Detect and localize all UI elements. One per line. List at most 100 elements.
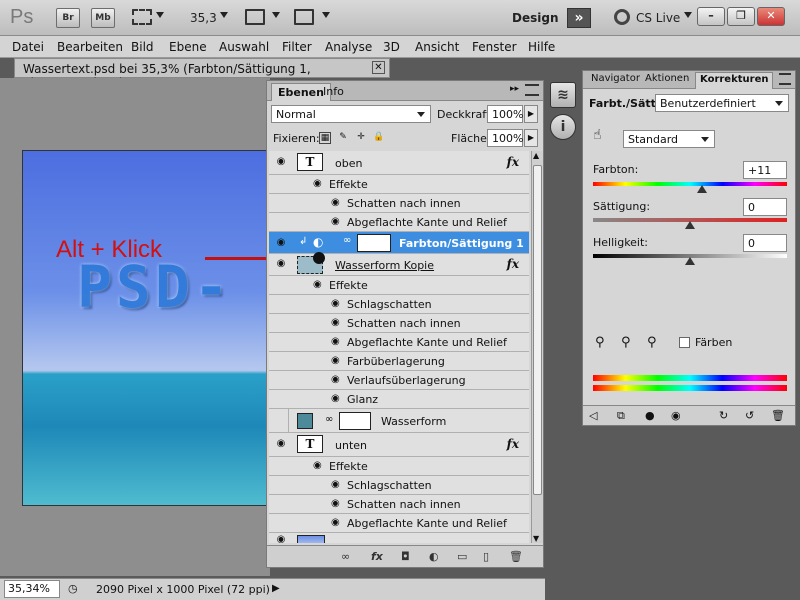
menu-bearbeiten[interactable]: Bearbeiten: [57, 40, 123, 54]
close-window-button[interactable]: ✕: [757, 7, 785, 26]
layer-row-partial[interactable]: ◉: [269, 533, 529, 543]
effect-row[interactable]: ◉ Abgeflachte Kante und Relief: [269, 514, 529, 533]
effect-row[interactable]: ◉ Schatten nach innen: [269, 314, 529, 333]
layer-list-scrollbar[interactable]: ▲ ▼: [531, 151, 543, 543]
opacity-input[interactable]: 100%: [487, 105, 523, 123]
trash-icon[interactable]: 🗑: [509, 550, 523, 563]
new-group-icon[interactable]: ▭: [457, 550, 467, 563]
mini-bridge-button[interactable]: Mb: [91, 8, 115, 28]
layer-name[interactable]: Wasserform: [381, 415, 446, 428]
preset-select[interactable]: Benutzerdefiniert: [655, 94, 789, 112]
layers-stack-icon[interactable]: ≋: [550, 82, 576, 108]
layer-row-wasserform-kopie[interactable]: ◉ Wasserform Kopie fx: [269, 252, 529, 276]
mask-link-icon[interactable]: ∞: [343, 235, 351, 246]
back-arrow-icon[interactable]: ◁: [589, 409, 597, 422]
menu-ansicht[interactable]: Ansicht: [415, 40, 459, 54]
eye-icon[interactable]: ◉: [331, 355, 340, 366]
layer-name[interactable]: unten: [335, 439, 367, 452]
eye-icon[interactable]: ◉: [313, 279, 322, 290]
link-layers-icon[interactable]: ∞: [341, 550, 350, 563]
layer-row-hue-saturation[interactable]: ◉ ↲ ◐ ∞ Farbton/Sättigung 1: [269, 232, 529, 254]
saturation-input[interactable]: 0: [743, 198, 787, 216]
zoom-level[interactable]: 35,3: [190, 11, 217, 25]
fx-icon[interactable]: fx: [507, 257, 519, 271]
eye-icon[interactable]: ◉: [331, 298, 340, 309]
layer-row-wasserform[interactable]: ∞ Wasserform: [269, 409, 529, 433]
menu-hilfe[interactable]: Hilfe: [528, 40, 555, 54]
eye-icon[interactable]: ◉: [331, 216, 340, 227]
document-tab[interactable]: Wassertext.psd bei 35,3% (Farbton/Sättig…: [14, 58, 390, 90]
menu-3d[interactable]: 3D: [383, 40, 400, 54]
saturation-slider-knob[interactable]: [685, 221, 695, 229]
eye-icon[interactable]: ◉: [331, 393, 340, 404]
blend-mode-select[interactable]: Normal: [271, 105, 431, 123]
effect-row[interactable]: ◉ Schlagschatten: [269, 476, 529, 495]
restore-button[interactable]: ❐: [727, 7, 755, 26]
workspace-label[interactable]: Design: [512, 11, 559, 25]
effect-row[interactable]: ◉ Schlagschatten: [269, 295, 529, 314]
lightness-slider-knob[interactable]: [685, 257, 695, 265]
menu-datei[interactable]: Datei: [12, 40, 44, 54]
expand-view-icon[interactable]: ⧉: [617, 409, 625, 423]
chevron-down-icon[interactable]: [322, 12, 330, 18]
effect-row[interactable]: ◉ Schatten nach innen: [269, 194, 529, 213]
hue-input[interactable]: +11: [743, 161, 787, 179]
layer-name[interactable]: Farbton/Sättigung 1: [399, 237, 524, 250]
effect-row[interactable]: ◉ Schatten nach innen: [269, 495, 529, 514]
status-menu-arrow-icon[interactable]: ▶: [272, 583, 280, 594]
eye-icon[interactable]: ◉: [331, 498, 340, 509]
minimize-button[interactable]: –: [697, 7, 725, 26]
view-previous-icon[interactable]: ↻: [719, 409, 728, 422]
effect-row[interactable]: ◉ Farbüberlagerung: [269, 352, 529, 371]
bridge-button[interactable]: Br: [56, 8, 80, 28]
chevron-down-icon[interactable]: [156, 12, 164, 18]
screen-mode-icon[interactable]: [294, 9, 314, 25]
reset-icon[interactable]: ↺: [745, 409, 754, 422]
lightness-input[interactable]: 0: [743, 234, 787, 252]
menu-bild[interactable]: Bild: [131, 40, 154, 54]
menu-auswahl[interactable]: Auswahl: [219, 40, 269, 54]
add-mask-icon[interactable]: ◘: [401, 550, 410, 563]
effect-row[interactable]: ◉ Verlaufsüberlagerung: [269, 371, 529, 390]
scroll-down-icon[interactable]: ▼: [533, 534, 539, 543]
layer-name[interactable]: Wasserform Kopie: [335, 259, 434, 272]
visibility-eye-icon[interactable]: ◉: [671, 409, 681, 422]
hand-tool-icon[interactable]: ☝: [593, 127, 602, 143]
lock-all-icon[interactable]: 🔒: [373, 132, 385, 144]
lock-move-icon[interactable]: ✛: [355, 132, 367, 144]
tab-korrekturen[interactable]: Korrekturen: [695, 72, 774, 89]
eye-icon[interactable]: ◉: [331, 317, 340, 328]
tab-navigator[interactable]: Navigator: [587, 72, 644, 89]
eye-icon[interactable]: ◉: [331, 336, 340, 347]
eye-icon[interactable]: ◉: [331, 517, 340, 528]
image-canvas[interactable]: PSD-: [22, 150, 282, 506]
opacity-slider-button[interactable]: ▶: [524, 105, 538, 123]
eye-icon[interactable]: ◉: [331, 479, 340, 490]
tab-info[interactable]: Info: [317, 83, 350, 101]
fill-input[interactable]: 100%: [487, 129, 523, 147]
panel-menu-icon[interactable]: [779, 73, 791, 85]
menu-ebene[interactable]: Ebene: [169, 40, 207, 54]
status-zoom-field[interactable]: 35,34%: [4, 580, 60, 598]
workspace-more-button[interactable]: »: [567, 8, 591, 28]
chevron-down-icon[interactable]: [272, 12, 280, 18]
scroll-up-icon[interactable]: ▲: [533, 151, 539, 160]
close-icon[interactable]: ✕: [372, 61, 385, 74]
hue-slider-knob[interactable]: [696, 185, 707, 193]
eye-icon[interactable]: ◉: [313, 460, 322, 471]
chevron-down-icon[interactable]: [220, 12, 228, 18]
channel-select[interactable]: Standard: [623, 130, 715, 148]
fx-icon[interactable]: fx: [507, 437, 519, 451]
hue-slider-track[interactable]: [593, 182, 787, 186]
menu-analyse[interactable]: Analyse: [325, 40, 372, 54]
effects-row[interactable]: ◉ Effekte: [269, 276, 529, 295]
eye-icon[interactable]: ◉: [313, 178, 322, 189]
new-adjustment-icon[interactable]: ◐: [429, 550, 439, 563]
effects-row[interactable]: ◉ Effekte: [269, 457, 529, 476]
visibility-toggle-empty[interactable]: [271, 409, 289, 432]
layer-row-oben[interactable]: ◉ T oben fx: [269, 151, 529, 175]
view-extras-icon[interactable]: [132, 9, 152, 25]
lock-brush-icon[interactable]: ✎: [337, 132, 349, 144]
eye-icon[interactable]: ◉: [272, 258, 290, 269]
effect-row[interactable]: ◉ Abgeflachte Kante und Relief: [269, 213, 529, 232]
